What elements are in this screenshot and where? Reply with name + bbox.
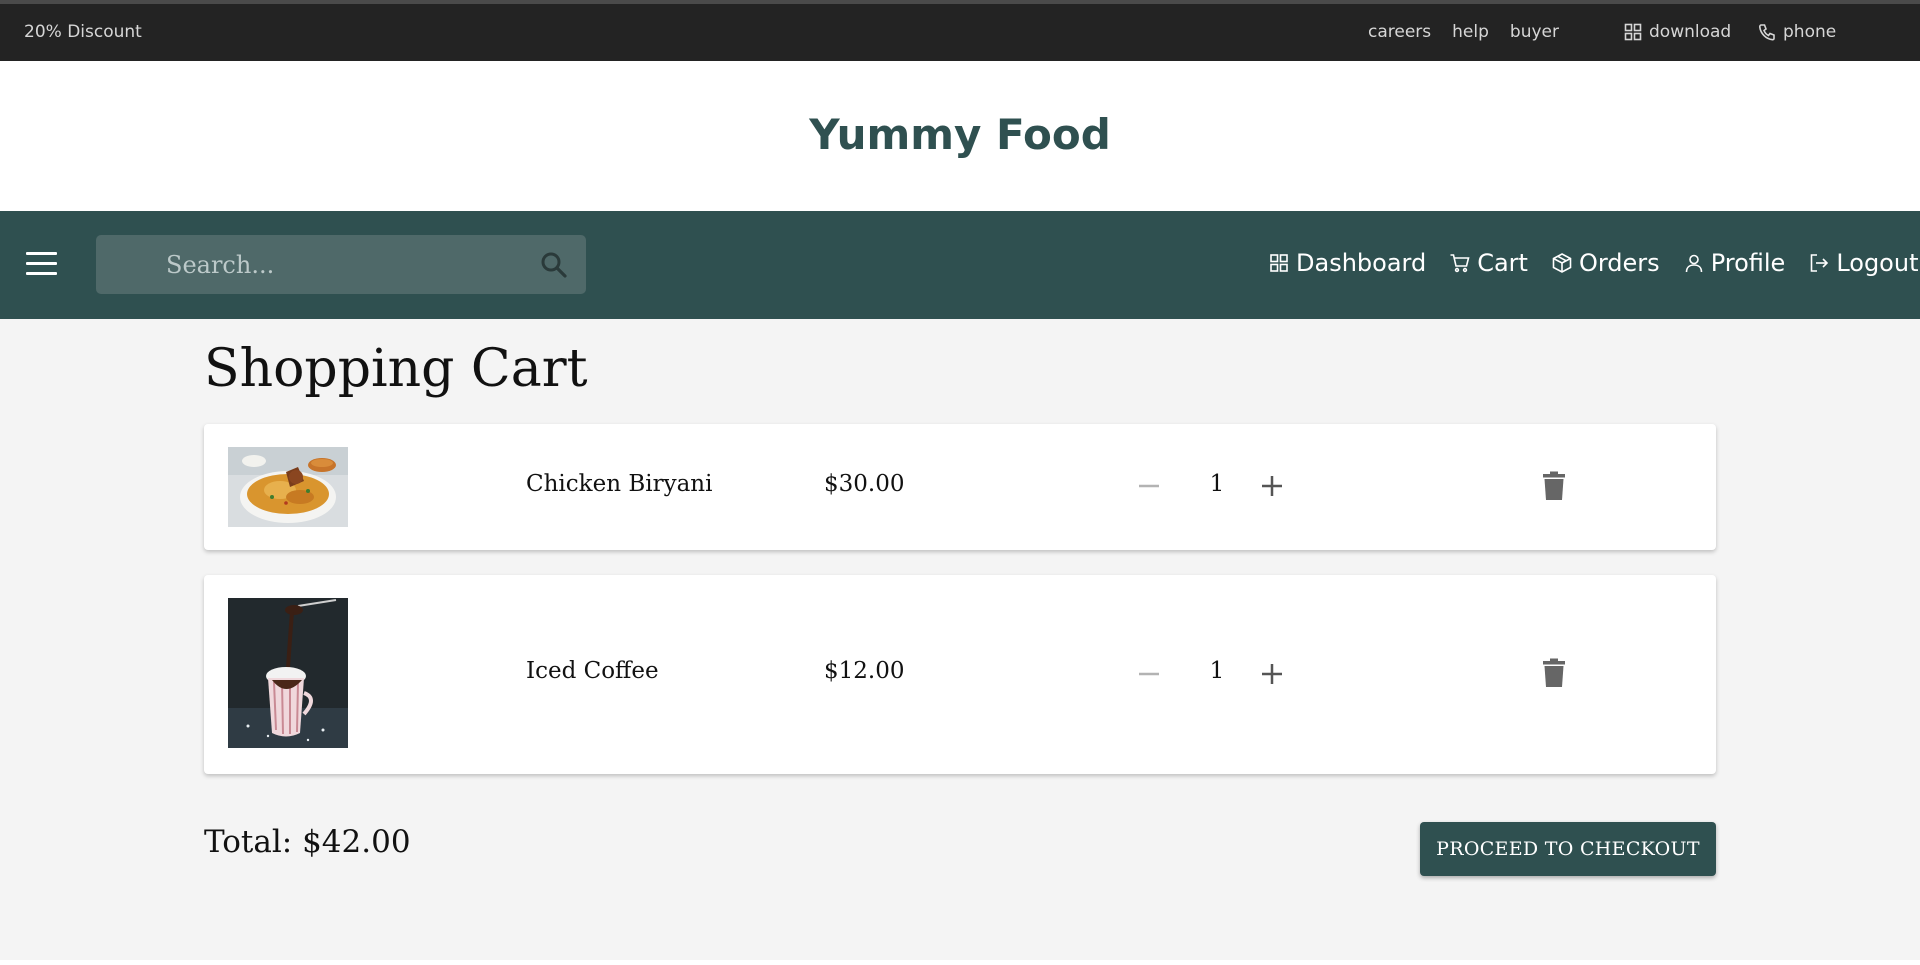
cart-item: Iced Coffee $12.00 1 bbox=[204, 575, 1716, 774]
nav-profile[interactable]: Profile bbox=[1683, 249, 1786, 277]
nav-dashboard[interactable]: Dashboard bbox=[1268, 249, 1426, 277]
item-name: Chicken Biryani bbox=[526, 471, 713, 497]
cart-page: Shopping Cart Chicken Biryani $30.00 1 I… bbox=[0, 319, 1920, 960]
delete-item-icon[interactable] bbox=[1542, 471, 1566, 501]
logout-icon bbox=[1811, 254, 1829, 272]
brand-header: Yummy Food bbox=[0, 61, 1920, 211]
top-links: careers help buyer bbox=[1368, 22, 1559, 42]
item-price: $12.00 bbox=[824, 658, 905, 684]
top-bar: 20% Discount careers help buyer download… bbox=[0, 0, 1920, 61]
hamburger-menu-icon[interactable] bbox=[26, 252, 57, 276]
cart-item: Chicken Biryani $30.00 1 bbox=[204, 424, 1716, 550]
box-icon bbox=[1552, 253, 1572, 273]
checkout-button[interactable]: PROCEED TO CHECKOUT bbox=[1420, 822, 1716, 876]
nav-orders-label: Orders bbox=[1578, 249, 1660, 277]
nav-profile-label: Profile bbox=[1710, 249, 1786, 277]
increase-quantity-button[interactable] bbox=[1258, 660, 1286, 688]
search-icon[interactable] bbox=[540, 251, 568, 279]
nav-cart[interactable]: Cart bbox=[1449, 249, 1528, 277]
search-box bbox=[96, 235, 586, 294]
search-input[interactable] bbox=[166, 235, 506, 294]
decrease-quantity-button[interactable] bbox=[1135, 660, 1163, 688]
nav-orders[interactable]: Orders bbox=[1551, 249, 1660, 277]
page-title: Shopping Cart bbox=[204, 339, 588, 399]
careers-link[interactable]: careers bbox=[1368, 22, 1431, 42]
increase-quantity-button[interactable] bbox=[1258, 472, 1286, 500]
nav-links: Dashboard Cart Orders Profile Logout bbox=[1268, 249, 1918, 277]
download-link[interactable]: download bbox=[1624, 22, 1731, 42]
help-link[interactable]: help bbox=[1452, 22, 1489, 42]
download-label: download bbox=[1649, 22, 1732, 42]
buyer-link[interactable]: buyer bbox=[1510, 22, 1559, 42]
delete-item-icon[interactable] bbox=[1542, 658, 1566, 688]
cart-total: Total: $42.00 bbox=[204, 824, 411, 860]
cart-icon bbox=[1450, 254, 1470, 273]
main-nav: Dashboard Cart Orders Profile Logout bbox=[0, 211, 1920, 319]
item-price: $30.00 bbox=[824, 471, 905, 497]
dashboard-icon bbox=[1270, 254, 1288, 272]
page-footer-strip bbox=[0, 960, 1920, 965]
phone-label: phone bbox=[1783, 22, 1837, 42]
item-name: Iced Coffee bbox=[526, 658, 659, 684]
chicken-biryani-image bbox=[228, 447, 348, 527]
grid-icon bbox=[1624, 23, 1642, 41]
phone-icon bbox=[1758, 24, 1775, 41]
nav-logout-label: Logout bbox=[1836, 249, 1919, 277]
nav-logout[interactable]: Logout bbox=[1808, 249, 1918, 277]
nav-cart-label: Cart bbox=[1477, 249, 1528, 277]
quantity-value: 1 bbox=[1209, 471, 1225, 497]
iced-coffee-image bbox=[228, 598, 348, 748]
quantity-value: 1 bbox=[1209, 658, 1225, 684]
site-title[interactable]: Yummy Food bbox=[0, 110, 1920, 159]
user-icon bbox=[1685, 254, 1702, 273]
phone-link[interactable]: phone bbox=[1758, 22, 1836, 42]
decrease-quantity-button[interactable] bbox=[1135, 472, 1163, 500]
nav-dashboard-label: Dashboard bbox=[1296, 249, 1427, 277]
discount-text: 20% Discount bbox=[24, 22, 142, 42]
